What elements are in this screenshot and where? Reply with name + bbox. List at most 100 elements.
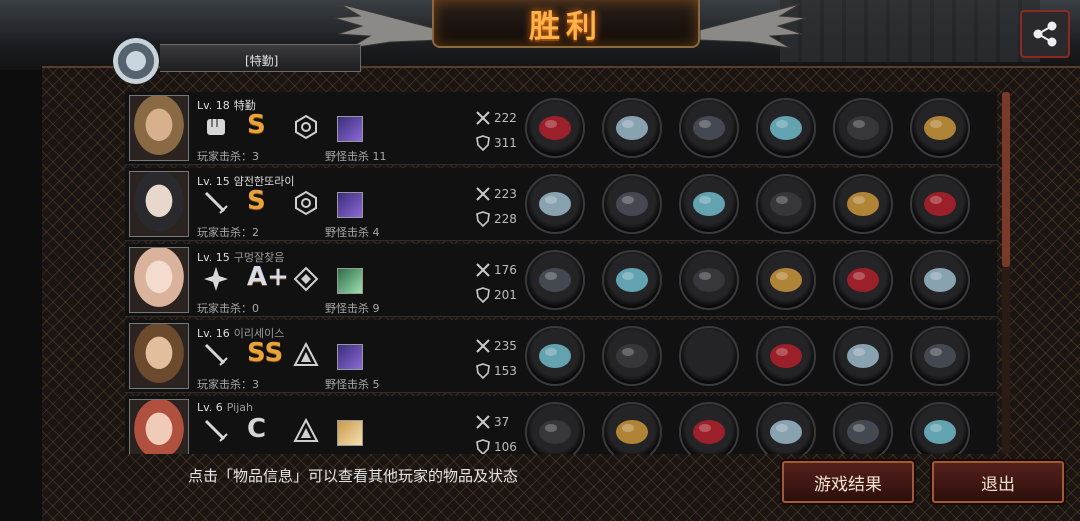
character-class-icon [337, 116, 363, 142]
bladed-spear-icon [539, 268, 571, 292]
player-row[interactable]: Lv. 15 구멍잘찾음 A+ 玩家击杀：0 野怪击杀 9 176 201 [125, 244, 997, 317]
item-slot[interactable] [833, 326, 893, 386]
cardboard-box-icon [924, 344, 956, 368]
item-slot[interactable] [833, 174, 893, 234]
attack-value: 223 [494, 187, 517, 201]
white-mask-icon [616, 192, 648, 216]
item-slot[interactable] [602, 98, 662, 158]
victory-title: 胜利 [529, 8, 603, 45]
player-avatar [129, 95, 189, 161]
attack-stat: 223 [475, 186, 517, 202]
character-class-icon [337, 344, 363, 370]
trait-icon [291, 264, 321, 294]
player-level: Lv. 6 Pijah [197, 401, 253, 414]
swords-icon [476, 111, 490, 125]
pink-pearl-icon [924, 268, 956, 292]
item-slot[interactable] [525, 174, 585, 234]
swords-icon [476, 415, 490, 429]
player-row[interactable]: Lv. 15 얌전한또라이 S 玩家击杀：2 野怪击杀 4 223 228 [125, 168, 997, 241]
item-slot[interactable] [910, 326, 970, 386]
item-slot[interactable] [910, 174, 970, 234]
item-slot[interactable] [602, 402, 662, 454]
item-slot[interactable] [756, 326, 816, 386]
red-claw-gauntlet-icon [539, 116, 571, 140]
dark-boots-icon [847, 116, 879, 140]
shield-icon [476, 135, 490, 151]
trait-icon [291, 416, 321, 446]
item-slot[interactable] [602, 250, 662, 310]
attack-stat: 235 [475, 338, 517, 354]
trait-icon [291, 112, 321, 142]
item-slot[interactable] [602, 174, 662, 234]
trait-icon [291, 340, 321, 370]
item-slot[interactable] [679, 174, 739, 234]
game-result-button[interactable]: 游戏结果 [782, 461, 914, 503]
item-slot[interactable] [910, 250, 970, 310]
trait-icon [291, 188, 321, 218]
item-slot[interactable] [833, 250, 893, 310]
player-level: Lv. 15 얌전한또라이 [197, 173, 295, 189]
gold-helmet-icon [616, 344, 648, 368]
level-text: Lv. 6 [197, 401, 223, 414]
spiked-gauntlet-icon [770, 192, 802, 216]
defense-stat: 311 [475, 135, 517, 151]
defense-value: 201 [494, 288, 517, 302]
defense-stat: 153 [475, 363, 517, 379]
swords-icon [476, 187, 490, 201]
item-slot[interactable] [602, 326, 662, 386]
item-slot[interactable] [525, 402, 585, 454]
player-avatar [129, 323, 189, 389]
defense-value: 106 [494, 440, 517, 454]
share-button[interactable] [1020, 10, 1070, 58]
player-row[interactable]: Lv. 16 이리세이스 SS 玩家击杀：3 野怪击杀 5 235 153 [125, 320, 997, 393]
defense-stat: 106 [475, 439, 517, 454]
grade-badge: S [247, 186, 266, 216]
blue-sneakers-icon [847, 344, 879, 368]
item-slot[interactable] [525, 98, 585, 158]
dark-boots-icon [847, 268, 879, 292]
dark-boots-icon [847, 192, 879, 216]
exit-button[interactable]: 退出 [932, 461, 1064, 503]
item-slot[interactable] [679, 98, 739, 158]
item-slot[interactable] [833, 402, 893, 454]
grade-badge: C [247, 414, 267, 444]
item-slot[interactable] [756, 250, 816, 310]
item-slot[interactable] [910, 98, 970, 158]
attack-stat: 37 [475, 414, 509, 430]
attack-value: 222 [494, 111, 517, 125]
player-row[interactable]: Lv. 18 特勤 S 玩家击杀：3 野怪击杀 11 222 311 [125, 92, 997, 165]
item-slot[interactable] [833, 98, 893, 158]
item-slot[interactable] [756, 402, 816, 454]
defense-stat: 228 [475, 211, 517, 227]
item-slot[interactable] [679, 402, 739, 454]
defense-value: 228 [494, 212, 517, 226]
background-building [780, 0, 1040, 62]
defense-stat: 201 [475, 287, 517, 303]
shield-icon [476, 363, 490, 379]
item-slot[interactable] [756, 98, 816, 158]
level-text: Lv. 16 [197, 327, 230, 340]
blue-rapier-icon [539, 344, 571, 368]
item-slot[interactable] [910, 402, 970, 454]
hint-text: 点击「物品信息」可以查看其他玩家的物品及状态 [188, 467, 519, 485]
empty-item-slot[interactable] [679, 326, 739, 386]
defense-value: 153 [494, 364, 517, 378]
item-slot[interactable] [525, 326, 585, 386]
badge-text: [特勤] [245, 54, 279, 68]
item-slot[interactable] [679, 250, 739, 310]
green-stick-icon [924, 420, 956, 444]
knife-icon [539, 420, 571, 444]
player-row[interactable]: Lv. 6 Pijah C 37 106 [125, 396, 997, 454]
player-name: Pijah [226, 401, 253, 414]
attack-value: 176 [494, 263, 517, 277]
monster-kills: 野怪击杀 9 [325, 302, 380, 315]
gold-earring-icon [924, 116, 956, 140]
chainmail-icon [693, 420, 725, 444]
galaxy-orb-icon [924, 192, 956, 216]
item-slot[interactable] [525, 250, 585, 310]
scrollbar-thumb[interactable] [1002, 92, 1010, 267]
player-list[interactable]: Lv. 18 特勤 S 玩家击杀：3 野怪击杀 11 222 311 Lv. 15 얌전한또라이… [125, 92, 997, 454]
crystal-bracer-icon [770, 116, 802, 140]
level-text: Lv. 15 [197, 175, 230, 188]
item-slot[interactable] [756, 174, 816, 234]
